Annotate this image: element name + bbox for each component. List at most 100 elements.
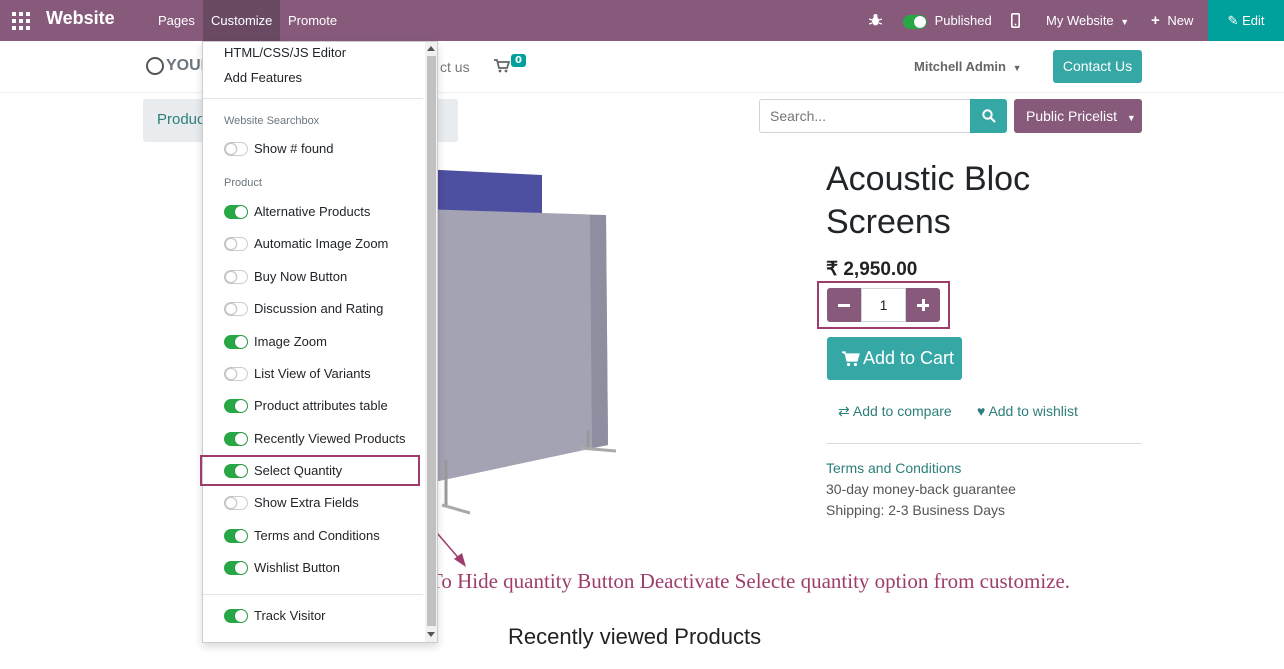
menu-promote[interactable]: Promote [280,0,345,41]
toggle-icon [224,399,248,413]
apps-grid-icon[interactable] [12,12,30,30]
option-wishlist-button[interactable]: Wishlist Button [224,560,340,576]
select-quantity-highlight [200,455,420,486]
option-label: Buy Now Button [254,269,348,284]
option-label: Wishlist Button [254,560,340,575]
search-input[interactable] [759,99,971,133]
html-css-js-editor-item[interactable]: HTML/CSS/JS Editor [224,45,346,60]
toggle-icon [224,496,248,510]
option-label: Show Extra Fields [254,495,359,510]
product-header: Product [224,177,262,189]
menu-customize[interactable]: Customize [203,0,281,41]
add-to-cart-button[interactable]: Add to Cart [827,337,962,380]
option-terms-and-conditions[interactable]: Terms and Conditions [224,528,380,544]
scrollbar-thumb[interactable] [427,56,436,626]
add-features-item[interactable]: Add Features [224,70,302,85]
product-title: Acoustic Bloc Screens [826,160,1031,241]
breadcrumb-products-link[interactable]: Produc [157,111,205,128]
divider [203,594,423,595]
toggle-icon [224,561,248,575]
cart-icon [842,351,860,367]
bug-icon[interactable] [869,13,882,27]
option-label: Terms and Conditions [254,528,380,543]
user-menu[interactable]: Mitchell Admin ▼ [914,59,1022,74]
pricelist-dropdown[interactable]: Public Pricelist ▼ [1014,99,1142,133]
option-label: Alternative Products [254,204,371,219]
heart-icon: ♥ [977,403,986,419]
option-show-found[interactable]: Show # found [224,141,334,157]
caret-down-icon: ▼ [1012,63,1022,73]
toggle-icon [224,237,248,251]
website-searchbox-header: Website Searchbox [224,115,320,127]
new-label: New [1167,13,1194,28]
app-brand[interactable]: Website [46,8,115,29]
option-alternative-products[interactable]: Alternative Products [224,204,370,220]
option-image-zoom[interactable]: Image Zoom [224,334,327,350]
toggle-icon [224,609,248,623]
option-label: Discussion and Rating [254,301,384,316]
add-to-cart-label: Add to Cart [863,348,955,368]
toggle-icon [903,14,927,29]
published-label: Published [934,13,992,28]
option-automatic-image-zoom[interactable]: Automatic Image Zoom [224,236,388,252]
menu-pages[interactable]: Pages [150,0,203,41]
caret-down-icon: ▼ [1120,17,1130,27]
edit-button[interactable]: ✎ Edit [1208,0,1284,41]
add-to-compare-link[interactable]: ⇄ Add to compare [838,403,952,420]
product-price: ₹ 2,950.00 [826,259,918,280]
divider [826,443,1142,444]
option-buy-now-button[interactable]: Buy Now Button [224,269,347,285]
add-to-compare-label: Add to compare [852,403,952,419]
scroll-up-arrow-icon[interactable] [427,46,435,51]
website-header: YOUR ct us 0 Mitchell Admin ▼ Contact Us [0,41,1284,93]
recently-viewed-heading: Recently viewed Products [508,624,762,649]
option-track-visitor[interactable]: Track Visitor [224,608,326,624]
customize-dropdown: HTML/CSS/JS Editor Add Features Website … [202,41,438,643]
pencil-icon: ✎ [1227,13,1239,28]
option-label: Show # found [254,141,334,156]
my-website-label: My Website [1046,13,1114,28]
edit-label: Edit [1242,13,1265,28]
terms-link[interactable]: Terms and Conditions [826,460,961,476]
product-image[interactable] [420,165,630,520]
search-button[interactable] [970,99,1007,133]
add-to-wishlist-label: Add to wishlist [988,403,1078,419]
shipping-text: Shipping: 2-3 Business Days [826,502,1005,518]
quantity-minus-button[interactable] [827,288,861,322]
toggle-icon [224,529,248,543]
admin-navbar: Website Pages Customize Promote Publishe… [0,0,1284,41]
toggle-icon [224,367,248,381]
cart-icon[interactable] [494,59,510,73]
guarantee-text: 30-day money-back guarantee [826,481,1016,497]
user-name: Mitchell Admin [914,59,1006,74]
option-label: Image Zoom [254,334,327,349]
add-to-wishlist-link[interactable]: ♥ Add to wishlist [977,403,1078,419]
option-product-attributes-table[interactable]: Product attributes table [224,398,388,414]
option-discussion-and-rating[interactable]: Discussion and Rating [224,301,383,317]
toggle-icon [224,432,248,446]
pricelist-label: Public Pricelist [1026,108,1118,124]
new-button[interactable]: + New [1151,0,1193,41]
option-recently-viewed-products[interactable]: Recently Viewed Products [224,431,406,447]
contact-us-button[interactable]: Contact Us [1053,50,1142,83]
option-label: Track Visitor [254,608,326,623]
cart-count-badge: 0 [511,54,526,67]
nav-contact-us[interactable]: ct us [440,59,470,75]
plus-icon: + [1151,12,1160,29]
caret-down-icon: ▼ [1126,113,1136,123]
exchange-icon: ⇄ [838,403,850,419]
my-website-dropdown[interactable]: My Website ▼ [1046,0,1129,41]
option-list-view-of-variants[interactable]: List View of Variants [224,366,371,382]
quantity-input[interactable]: 1 [861,288,906,322]
scroll-down-arrow-icon[interactable] [427,632,435,637]
option-label: Recently Viewed Products [254,431,406,446]
option-label: List View of Variants [254,366,371,381]
mobile-preview-icon[interactable] [1011,13,1020,28]
published-toggle[interactable]: Published [903,0,992,41]
quantity-plus-button[interactable] [906,288,940,322]
search-icon [982,109,996,123]
globe-icon [146,57,164,75]
option-label: Automatic Image Zoom [254,236,389,251]
toggle-icon [224,302,248,316]
option-show-extra-fields[interactable]: Show Extra Fields [224,495,359,511]
